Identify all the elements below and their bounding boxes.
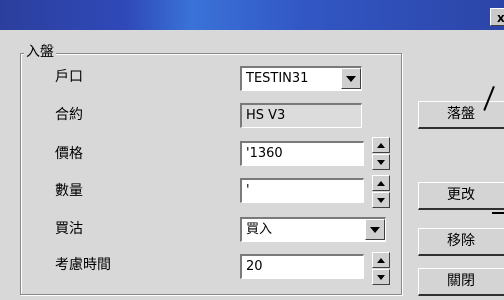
remove-button[interactable]: 移除 [418, 228, 504, 256]
quantity-down-arrow-icon[interactable] [372, 192, 390, 208]
quantity-up-arrow-icon[interactable] [372, 175, 390, 191]
quantity-label: 數量 [55, 183, 83, 199]
contract-value: HS V3 [246, 108, 286, 123]
consider-time-label: 考慮時間 [55, 257, 111, 273]
price-up-arrow-icon[interactable] [372, 137, 390, 153]
side-label: 買沽 [55, 221, 83, 237]
close-icon: x [497, 11, 504, 25]
window-close-button[interactable]: x [490, 8, 504, 26]
price-label: 價格 [55, 146, 83, 162]
quantity-spinner[interactable] [372, 175, 390, 209]
modify-button[interactable]: 更改 [418, 182, 504, 210]
consider-time-value: 20 [246, 259, 263, 274]
account-value: TESTIN31 [246, 71, 309, 86]
side-dropdown[interactable]: 買入 [240, 217, 386, 242]
title-bar: x [0, 0, 504, 30]
group-title: 入盤 [24, 44, 56, 60]
account-dropdown[interactable]: TESTIN31 [240, 66, 362, 91]
price-down-arrow-icon[interactable] [372, 154, 390, 170]
consider-time-up-arrow-icon[interactable] [372, 252, 390, 268]
consider-time-spinner[interactable] [372, 252, 390, 286]
price-value: '1360 [246, 146, 283, 161]
side-value: 買入 [246, 222, 273, 237]
price-spinner[interactable] [372, 137, 390, 171]
account-label: 戶口 [55, 69, 83, 85]
order-entry-window: x 入盤 戶口 TESTIN31 合約 HS V3 價格 '1360 數量 ' … [0, 0, 504, 300]
chevron-down-icon[interactable] [341, 68, 361, 89]
quantity-value: ' [246, 183, 250, 198]
quantity-input[interactable]: ' [240, 178, 364, 203]
consider-time-down-arrow-icon[interactable] [372, 269, 390, 285]
contract-label: 合約 [55, 107, 83, 123]
contract-field: HS V3 [240, 103, 362, 128]
close-button[interactable]: 關閉 [418, 268, 504, 296]
place-order-button[interactable]: 落盤 [418, 101, 504, 129]
chevron-down-icon[interactable] [365, 219, 385, 240]
price-input[interactable]: '1360 [240, 141, 364, 166]
consider-time-input[interactable]: 20 [240, 254, 364, 279]
dash-mark [492, 212, 504, 214]
